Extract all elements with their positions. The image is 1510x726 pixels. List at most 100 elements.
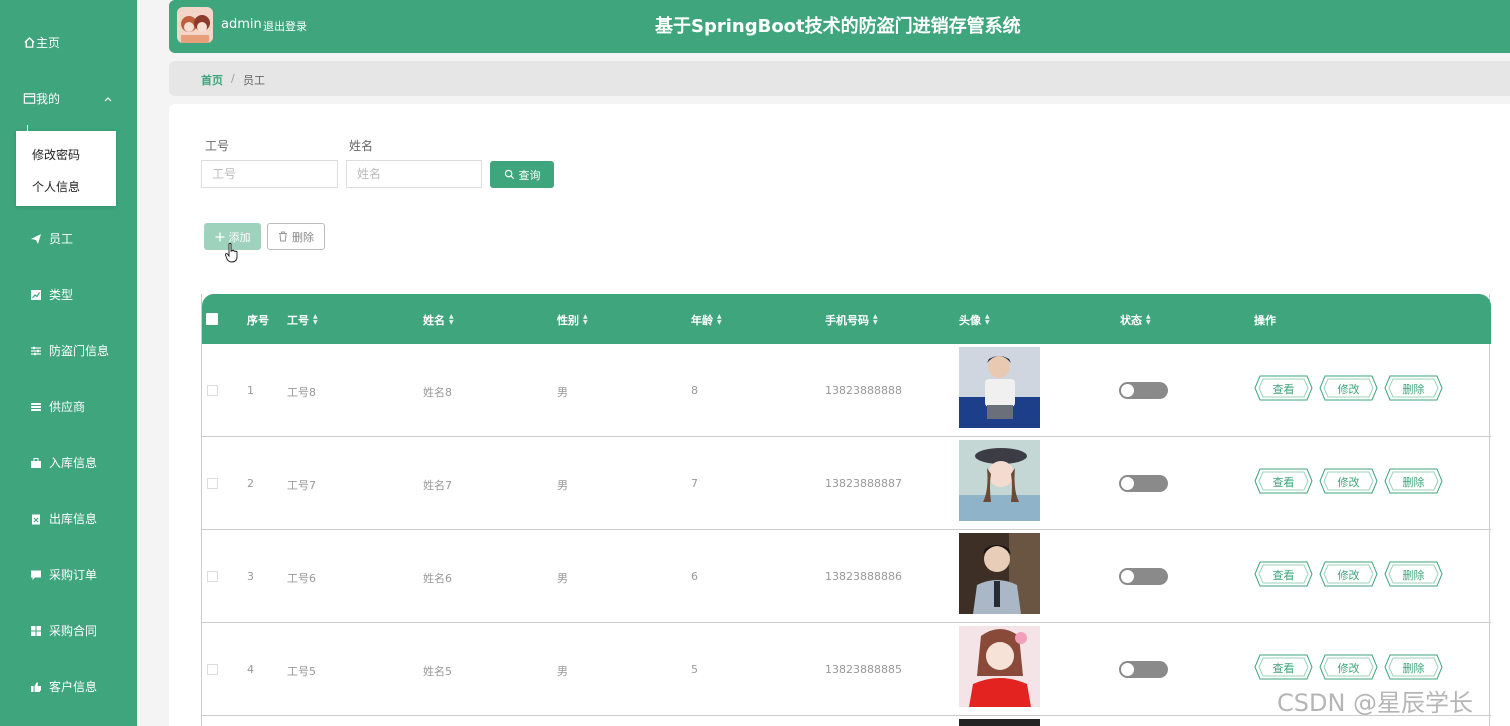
sidebar-item-mine[interactable]: 我的 [22, 90, 137, 107]
status-toggle[interactable] [1119, 382, 1168, 399]
name-label: 姓名 [349, 139, 374, 153]
avatar-photo[interactable] [959, 440, 1040, 521]
sidebar-item-outbound[interactable]: 出库信息 [29, 510, 166, 527]
sidebar-item-label: 员工 [49, 232, 74, 246]
status-toggle[interactable] [1119, 661, 1168, 678]
status-toggle[interactable] [1119, 475, 1168, 492]
edit-button[interactable]: 修改 [1319, 561, 1378, 587]
sidebar-item-door-info[interactable]: 防盗门信息 [29, 342, 166, 359]
column-header-avatar[interactable]: 头像 ▲ ▼ [959, 312, 990, 328]
column-header-age[interactable]: 年龄 ▲ ▼ [691, 312, 722, 328]
sort-icon[interactable]: ▲ ▼ [985, 314, 990, 326]
chevron-up-icon[interactable] [103, 92, 113, 106]
cell-gender: 男 [557, 572, 568, 585]
delete-row-button[interactable]: 删除 [1384, 375, 1443, 401]
table-row: 2 工号7 姓名7 男 7 13823888887 查看 修改 删除 [202, 437, 1491, 530]
row-checkbox[interactable] [207, 664, 218, 675]
query-button[interactable]: 查询 [490, 161, 554, 188]
sidebar-item-customer[interactable]: 客户信息 [29, 678, 166, 695]
view-button[interactable]: 查看 [1254, 375, 1313, 401]
row-checkbox[interactable] [207, 478, 218, 489]
cell-gender: 男 [557, 665, 568, 678]
edit-button[interactable]: 修改 [1319, 468, 1378, 494]
view-button[interactable]: 查看 [1254, 561, 1313, 587]
delete-row-button[interactable]: 删除 [1384, 561, 1443, 587]
view-button[interactable]: 查看 [1254, 468, 1313, 494]
sidebar-item-label: 入库信息 [49, 456, 98, 470]
send-icon [29, 232, 43, 246]
column-header-id[interactable]: 工号 ▲ ▼ [287, 312, 318, 328]
delete-button[interactable]: 删除 [267, 223, 325, 250]
sidebar-item-label: 主页 [36, 36, 61, 50]
search-icon [504, 169, 514, 180]
sidebar-item-type[interactable]: 类型 [29, 286, 166, 303]
sidebar-item-label: 类型 [49, 288, 74, 302]
sort-icon[interactable]: ▲ ▼ [449, 314, 454, 326]
table-header: 序号 工号 ▲ ▼ 姓名 ▲ ▼ 性别 ▲ ▼ 年龄 ▲ ▼ 手机号码 ▲ ▼ 头像 ▲ ▼ 状态 ▲ ▼ … [202, 294, 1491, 344]
edit-button[interactable]: 修改 [1319, 375, 1378, 401]
sidebar-item-label: 出库信息 [49, 512, 98, 526]
column-header-no: 序号 [247, 314, 269, 327]
content-panel: 工号 姓名 查询 添加 删除 序号 工号▲▼ 姓名▲▼ 性别▲▼ 年龄▲▼ 手机… [169, 104, 1510, 726]
breadcrumb-separator: / [231, 72, 235, 85]
cell-age: 5 [691, 663, 698, 676]
avatar-photo[interactable] [959, 533, 1040, 614]
breadcrumb-home[interactable]: 首页 [201, 72, 223, 88]
sort-icon[interactable]: ▲ ▼ [873, 314, 878, 326]
trash-icon [279, 231, 287, 242]
sidebar-item-purchase-order[interactable]: 采购订单 [29, 566, 166, 583]
sidebar-item-purchase-contract[interactable]: 采购合同 [29, 622, 166, 639]
delete-row-button[interactable]: 删除 [1384, 654, 1443, 680]
select-all-checkbox[interactable] [206, 313, 218, 325]
row-checkbox[interactable] [207, 571, 218, 582]
cell-phone: 13823888885 [825, 663, 902, 676]
sidebar-item-home[interactable]: 主页 [22, 34, 132, 51]
sidebar-item-label: 防盗门信息 [49, 344, 110, 358]
column-header-name[interactable]: 姓名 ▲ ▼ [423, 312, 454, 328]
cell-id: 工号6 [287, 572, 316, 585]
row-checkbox[interactable] [207, 385, 218, 396]
delete-row-button[interactable]: 删除 [1384, 468, 1443, 494]
sort-icon[interactable]: ▲ ▼ [1146, 314, 1151, 326]
employee-id-input[interactable] [201, 160, 338, 188]
breadcrumb-current: 员工 [243, 74, 265, 87]
edit-button[interactable]: 修改 [1319, 654, 1378, 680]
sort-icon[interactable]: ▲ ▼ [717, 314, 722, 326]
username: admin [221, 17, 262, 32]
logout-link[interactable]: 退出登录 [263, 18, 307, 34]
sliders-icon [29, 344, 43, 358]
top-header: admin 退出登录 基于SpringBoot技术的防盗门进销存管系统 [169, 0, 1510, 53]
sidebar-item-supplier[interactable]: 供应商 [29, 398, 166, 415]
column-header-actions: 操作 [1254, 314, 1276, 327]
sidebar-item-label: 我的 [36, 92, 61, 106]
avatar-photo[interactable] [959, 626, 1040, 707]
submenu-item-profile[interactable]: 个人信息 [32, 178, 80, 195]
cell-no: 1 [247, 384, 254, 397]
column-header-status[interactable]: 状态 ▲ ▼ [1120, 312, 1151, 328]
column-header-phone[interactable]: 手机号码 ▲ ▼ [825, 312, 878, 328]
watermark: CSDN @星辰学长 [1277, 689, 1474, 717]
sidebar-item-label: 采购合同 [49, 624, 98, 638]
cell-no: 3 [247, 570, 254, 583]
employee-id-label: 工号 [205, 139, 230, 153]
avatar-photo[interactable] [959, 347, 1040, 428]
clipboard-icon [29, 512, 43, 526]
sidebar-item-employee[interactable]: 员工 [29, 230, 166, 247]
sidebar-item-inbound[interactable]: 入库信息 [29, 454, 166, 471]
name-input[interactable] [346, 160, 482, 188]
cell-name: 姓名8 [423, 386, 452, 399]
sort-icon[interactable]: ▲ ▼ [313, 314, 318, 326]
submenu-item-change-password[interactable]: 修改密码 [32, 146, 80, 163]
column-header-gender[interactable]: 性别 ▲ ▼ [557, 312, 588, 328]
grid-icon [29, 624, 43, 638]
view-button[interactable]: 查看 [1254, 654, 1313, 680]
sort-icon[interactable]: ▲ ▼ [583, 314, 588, 326]
cell-phone: 13823888887 [825, 477, 902, 490]
avatar[interactable] [177, 7, 213, 43]
status-toggle[interactable] [1119, 568, 1168, 585]
chat-icon [29, 568, 43, 582]
plus-icon [215, 232, 224, 241]
list-icon [29, 400, 43, 414]
sidebar-item-label: 供应商 [49, 400, 86, 414]
sidebar: 主页 我的 修改密码 个人信息 员工 类型 防盗门信息 供应商 入库信息 出库信… [0, 0, 137, 726]
